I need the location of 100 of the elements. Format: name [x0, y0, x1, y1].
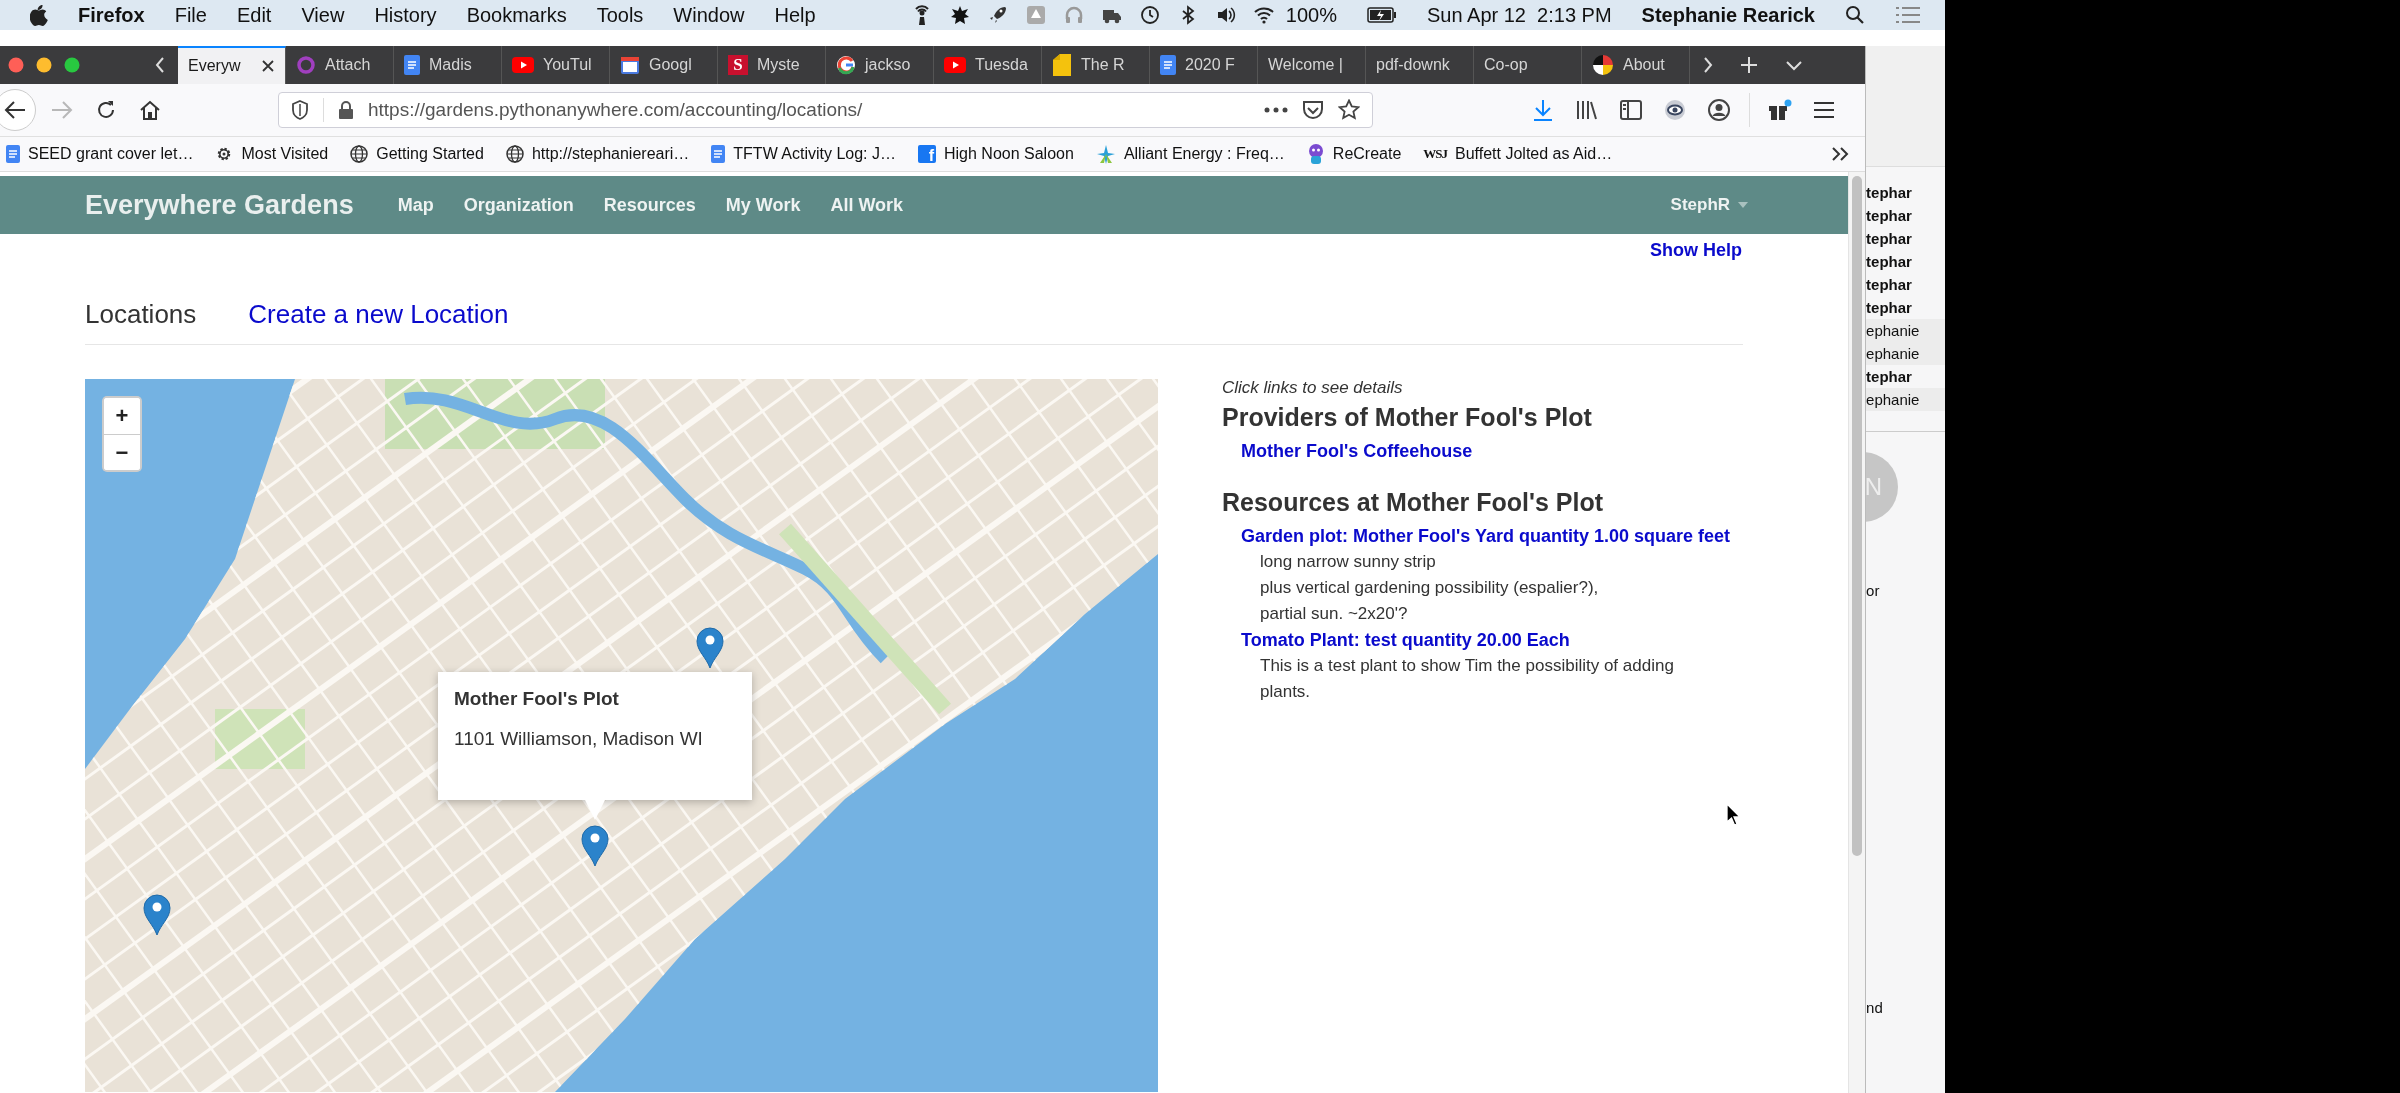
note-icon — [1052, 54, 1072, 76]
bookmark[interactable]: Alliant Energy : Freq… — [1095, 144, 1285, 164]
logo-icon: S — [728, 55, 748, 75]
scrollbar[interactable] — [1848, 172, 1866, 1093]
message-row[interactable]: tephar — [1866, 250, 1945, 273]
resource-link[interactable]: Mother Fool's Coffeehouse — [1222, 438, 1741, 464]
mascot-icon — [1306, 143, 1325, 165]
wifi-icon — [1253, 5, 1274, 25]
headphones-icon — [1063, 5, 1084, 25]
address-bar[interactable]: https://gardens.pythonanywhere.com/accounting/locations/ — [278, 92, 1373, 128]
multicolor-ring-icon — [836, 55, 856, 75]
document-icon — [6, 145, 20, 163]
gift-icon — [1768, 99, 1792, 121]
create-location-link[interactable]: Create a new Location — [248, 299, 509, 330]
bookmark[interactable]: Getting Started — [350, 145, 484, 163]
resource-link[interactable]: Tomato Plant: test quantity 20.00 Each — [1222, 627, 1741, 653]
library-icon — [1576, 100, 1598, 120]
message-row[interactable]: ephanie — [1866, 388, 1945, 411]
section-heading: Resources at Mother Fool's Plot — [1222, 488, 1604, 517]
bookmark[interactable]: WSJ Buffett Jolted as Aid… — [1423, 145, 1613, 163]
browser-tab[interactable]: Everyw — [178, 46, 286, 84]
starburst-icon — [949, 5, 970, 25]
zoom-window-icon[interactable] — [64, 57, 80, 73]
page-title: Locations — [85, 299, 197, 330]
close-window-icon[interactable] — [8, 57, 24, 73]
map-pin-icon[interactable] — [143, 894, 171, 936]
plus-icon — [1740, 56, 1758, 74]
minimize-window-icon[interactable] — [36, 57, 52, 73]
document-icon — [1160, 55, 1176, 75]
message-row[interactable]: tephar — [1866, 227, 1945, 250]
menu-item[interactable]: Bookmarks — [466, 3, 567, 27]
message-row[interactable]: tephar — [1866, 204, 1945, 227]
clock-icon — [1139, 5, 1160, 25]
menu-item[interactable]: File — [174, 3, 207, 27]
user-name[interactable]: Stephanie Rearick — [1641, 3, 1815, 27]
account-icon — [1708, 99, 1730, 121]
chevron-left-icon — [154, 56, 166, 74]
help-link[interactable]: Show Help — [1650, 240, 1743, 261]
download-icon — [1533, 99, 1553, 121]
drive-icon — [1025, 5, 1046, 25]
message-row[interactable]: ephanie — [1866, 342, 1945, 365]
globe-icon — [350, 145, 369, 163]
map-pin-icon[interactable] — [581, 825, 609, 867]
section-heading: Providers of Mother Fool's Plot — [1222, 403, 1593, 432]
wheel-icon — [1592, 54, 1614, 76]
apple-icon — [30, 4, 48, 26]
bookmark[interactable]: f High Noon Saloon — [918, 145, 1074, 163]
search-icon[interactable] — [1845, 5, 1865, 25]
menu-item[interactable]: Window — [673, 3, 745, 27]
chevron-right-icon — [1702, 56, 1714, 74]
message-row[interactable]: ephanie — [1866, 319, 1945, 342]
play-icon — [944, 57, 966, 73]
map-pin-icon[interactable] — [696, 627, 724, 669]
message-row[interactable]: tephar — [1866, 365, 1945, 388]
close-icon[interactable] — [261, 59, 275, 73]
bookmark[interactable]: ReCreate — [1306, 143, 1402, 165]
message-row[interactable]: tephar — [1866, 273, 1945, 296]
back-button[interactable] — [0, 89, 36, 131]
bookmark[interactable]: http://stephaniereari… — [505, 145, 690, 163]
home-icon — [139, 100, 161, 120]
lock-icon — [338, 100, 354, 120]
more-dots-icon[interactable] — [1264, 107, 1288, 113]
star-icon[interactable] — [1338, 99, 1360, 121]
note-text: This is a test plant to show Tim the possibility of adding plants. — [1259, 655, 1675, 703]
menu-item[interactable]: Edit — [236, 3, 272, 27]
menu-item[interactable]: Tools — [596, 3, 644, 27]
note-text: long narrow sunny strip — [1259, 551, 1437, 573]
message-row[interactable]: tephar — [1866, 181, 1945, 204]
pocket-icon[interactable] — [1302, 100, 1324, 120]
text-fragment: nd — [1866, 999, 1884, 1016]
message-row[interactable]: tephar — [1866, 296, 1945, 319]
chevron-down-icon — [1785, 59, 1803, 71]
eye-icon — [1663, 99, 1687, 121]
ring-icon — [296, 55, 316, 75]
bookmark[interactable]: SEED grant cover let… — [6, 145, 194, 163]
resource-link[interactable]: Garden plot: Mother Fool's Yard quantity 1.00 square feet — [1222, 523, 1741, 549]
zoom-out-button[interactable]: − — [104, 434, 140, 470]
bookmark[interactable]: TFTW Activity Log: J… — [711, 145, 896, 163]
caret-icon — [1738, 202, 1749, 208]
reload-icon — [96, 100, 116, 120]
app-menu[interactable]: Firefox — [78, 3, 145, 27]
bookmark[interactable]: Most Visited — [215, 145, 329, 163]
menu-item[interactable]: View — [301, 3, 345, 27]
globe-icon — [505, 145, 524, 163]
battery-icon — [1367, 7, 1397, 23]
hint-text: Click links to see details — [1222, 378, 1404, 398]
logo-icon: f — [918, 145, 936, 163]
note-text: plus vertical gardening possibility (espalier?), — [1259, 577, 1600, 599]
menu-item[interactable]: Help — [774, 3, 816, 27]
forward-arrow-icon — [51, 100, 73, 120]
battery-percentage: 100% — [1285, 3, 1337, 27]
popup-title: Mother Fool's Plot — [454, 688, 620, 710]
sidebar-icon — [1620, 100, 1642, 120]
menu-item[interactable]: History — [374, 3, 437, 27]
note-text: partial sun. ~2x20'? — [1259, 603, 1409, 625]
list-icon[interactable] — [1895, 6, 1921, 24]
calendar-icon — [620, 55, 640, 75]
shield-icon — [291, 100, 309, 120]
text-fragment: or — [1866, 582, 1881, 599]
menu-icon — [1813, 101, 1835, 119]
